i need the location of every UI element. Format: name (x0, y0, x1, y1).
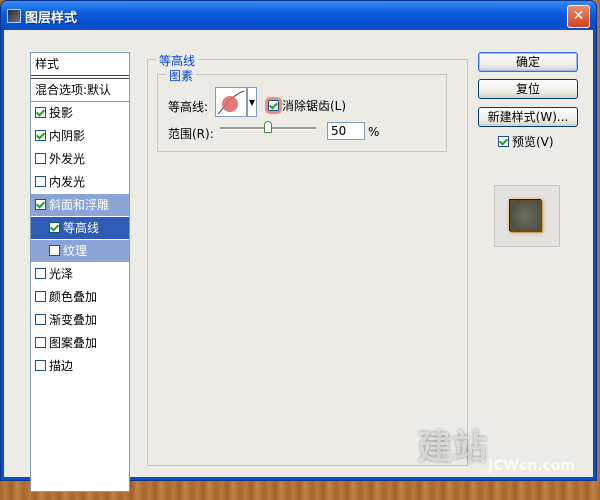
preview-option[interactable]: 预览(V) (498, 133, 554, 150)
app-icon (7, 9, 21, 23)
checkbox-icon[interactable] (35, 360, 46, 371)
style-item-pattern-overlay[interactable]: 图案叠加 (31, 332, 129, 355)
style-item-label: 等高线 (63, 221, 100, 235)
title-bar[interactable]: 图层样式 ✕ (1, 1, 596, 30)
contour-label: 等高线: (168, 100, 209, 114)
checkbox-icon[interactable] (35, 153, 46, 164)
style-item-texture[interactable]: 纹理 (31, 240, 129, 263)
style-item-label: 内阴影 (49, 129, 86, 143)
style-item-color-overlay[interactable]: 颜色叠加 (31, 286, 129, 309)
range-slider-thumb[interactable] (264, 121, 272, 133)
preview-swatch (510, 200, 542, 232)
window-title: 图层样式 (25, 11, 78, 26)
style-item-satin[interactable]: 光泽 (31, 263, 129, 286)
style-item-label: 纹理 (63, 244, 88, 258)
style-item-label: 颜色叠加 (49, 290, 98, 304)
checkbox-icon[interactable] (35, 314, 46, 325)
checkbox-icon[interactable] (35, 130, 46, 141)
style-item-label: 渐变叠加 (49, 313, 98, 327)
checkbox-icon[interactable] (49, 245, 60, 256)
watermark-url: JCWcn.com (488, 458, 576, 474)
range-label: 范围(R): (168, 127, 214, 141)
styles-header[interactable]: 样式 (31, 53, 129, 76)
style-item-bevel-emboss[interactable]: 斜面和浮雕 (31, 194, 129, 217)
style-item-label: 图案叠加 (49, 336, 98, 350)
checkbox-icon[interactable] (35, 337, 46, 348)
style-item-label: 光泽 (49, 267, 74, 281)
checkbox-icon[interactable] (35, 107, 46, 118)
close-button[interactable]: ✕ (567, 5, 590, 28)
checkbox-icon[interactable] (268, 100, 279, 111)
checkbox-icon[interactable] (498, 136, 509, 147)
style-item-outer-glow[interactable]: 外发光 (31, 148, 129, 171)
style-item-gradient-overlay[interactable]: 渐变叠加 (31, 309, 129, 332)
checkbox-icon[interactable] (49, 222, 60, 233)
style-item-contour[interactable]: 等高线 (31, 217, 129, 240)
style-item-inner-glow[interactable]: 内发光 (31, 171, 129, 194)
antialias-option[interactable]: 消除锯齿(L) (268, 97, 346, 114)
chevron-down-icon[interactable]: ▼ (247, 87, 257, 117)
style-item-label: 外发光 (49, 152, 86, 166)
reset-button[interactable]: 复位 (478, 79, 578, 99)
style-item-label: 斜面和浮雕 (49, 198, 110, 212)
checkbox-icon[interactable] (35, 291, 46, 302)
style-item-drop-shadow[interactable]: 投影 (31, 102, 129, 125)
style-item-label: 投影 (49, 106, 74, 120)
blend-options-item[interactable]: 混合选项:默认 (31, 78, 129, 102)
dialog-body: 样式 混合选项:默认 投影 内阴影 外发光 内发光 斜面和浮雕 等高线 纹理 光… (4, 30, 593, 492)
ok-button[interactable]: 确定 (478, 52, 578, 72)
style-item-label: 内发光 (49, 175, 86, 189)
style-item-label: 描边 (49, 359, 74, 373)
style-item-stroke[interactable]: 描边 (31, 355, 129, 378)
checkbox-icon[interactable] (35, 268, 46, 279)
range-unit: % (368, 125, 380, 139)
antialias-label: 消除锯齿(L) (282, 99, 347, 113)
layer-style-dialog: 图层样式 ✕ 样式 混合选项:默认 投影 内阴影 外发光 内发光 斜面和浮雕 等… (0, 0, 597, 492)
range-input[interactable] (327, 122, 365, 140)
styles-list: 样式 混合选项:默认 投影 内阴影 外发光 内发光 斜面和浮雕 等高线 纹理 光… (30, 52, 130, 492)
style-item-inner-shadow[interactable]: 内阴影 (31, 125, 129, 148)
contour-curve-icon (217, 90, 245, 115)
contour-picker[interactable] (215, 87, 247, 117)
checkbox-icon[interactable] (35, 199, 46, 210)
checkbox-icon[interactable] (35, 176, 46, 187)
style-preview (494, 185, 560, 247)
preview-label: 预览(V) (512, 135, 554, 149)
watermark-logo: 建站 (418, 428, 488, 468)
new-style-button[interactable]: 新建样式(W)... (478, 107, 578, 127)
group-title: 图素 (166, 67, 197, 84)
